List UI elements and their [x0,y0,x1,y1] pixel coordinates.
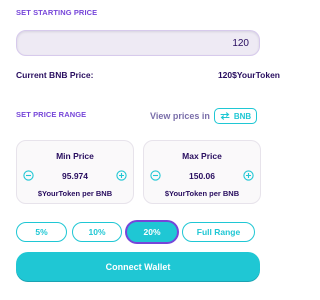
max-price-value[interactable]: 150.06 [161,171,243,181]
swap-arrows-icon [220,112,230,120]
current-price-unit: $YourToken [232,70,280,80]
max-price-decrease-button[interactable] [150,170,161,181]
min-price-unit: $YourToken per BNB [37,189,113,198]
minus-circle-icon [150,170,161,181]
currency-toggle-label: BNB [233,111,252,121]
max-price-card: Max Price 150.06 $YourToken per BNB [143,140,261,204]
max-price-title: Max Price [182,151,222,161]
starting-price-input[interactable] [16,30,260,56]
range-5-percent-button[interactable]: 5% [16,222,67,242]
min-price-value[interactable]: 95.974 [34,171,116,181]
min-price-title: Min Price [56,151,94,161]
currency-toggle-button[interactable]: BNB [213,108,258,124]
minus-circle-icon [23,170,34,181]
view-prices-in: View prices in BNB [150,108,258,124]
current-price-value: 120$YourToken [218,70,280,80]
full-range-button[interactable]: Full Range [182,222,255,242]
connect-wallet-button[interactable]: Connect Wallet [16,252,260,282]
min-price-row: 95.974 [23,170,127,181]
min-price-card: Min Price 95.974 $YourToken per BNB [16,140,134,204]
min-price-decrease-button[interactable] [23,170,34,181]
set-starting-price-label: SET STARTING PRICE [16,8,98,17]
view-prices-label: View prices in [150,111,210,121]
range-percent-buttons: 5% 10% 20% Full Range [16,222,255,242]
range-20-percent-button[interactable]: 20% [127,222,177,242]
range-10-percent-button[interactable]: 10% [72,222,122,242]
current-price-label: Current BNB Price: [16,70,94,80]
set-price-range-label: SET PRICE RANGE [16,110,87,119]
max-price-increase-button[interactable] [243,170,254,181]
max-price-unit: $YourToken per BNB [164,189,240,198]
plus-circle-icon [116,170,127,181]
max-price-row: 150.06 [150,170,254,181]
plus-circle-icon [243,170,254,181]
min-price-increase-button[interactable] [116,170,127,181]
current-price-number: 120 [217,70,233,80]
